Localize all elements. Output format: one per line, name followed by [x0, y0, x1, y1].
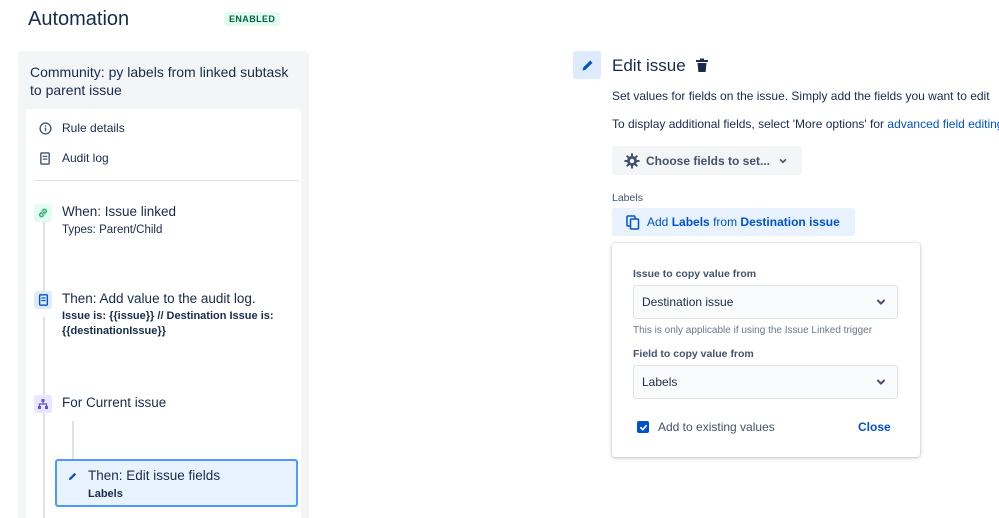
advanced-field-editing-link[interactable]: advanced field editing — [887, 117, 999, 131]
field-select[interactable]: Labels — [633, 365, 898, 399]
rule-card: Rule details Audit log When: Issue linke… — [26, 109, 301, 518]
pencil-icon — [63, 467, 81, 485]
more-options-hint: To display additional fields, select 'Mo… — [612, 117, 999, 131]
step-title: When: Issue linked — [62, 204, 177, 219]
add-to-existing-checkbox[interactable]: Add to existing values — [637, 420, 775, 434]
copy-icon — [626, 214, 640, 230]
add-to-existing-label: Add to existing values — [658, 420, 775, 434]
add-labels-field: Labels — [671, 215, 710, 229]
branch-icon — [34, 395, 52, 413]
chevron-down-icon — [778, 156, 788, 166]
menu-divider — [34, 180, 299, 181]
step-subtitle: Issue is: {{issue}} // Destination Issue… — [62, 310, 274, 337]
step-subtitle: Labels — [88, 488, 123, 500]
choose-fields-button[interactable]: Choose fields to set... — [612, 146, 802, 175]
info-icon — [38, 121, 52, 135]
copy-value-popup: Issue to copy value from Destination iss… — [612, 243, 920, 457]
chevron-down-icon — [875, 376, 887, 388]
rule-details-label: Rule details — [62, 121, 125, 135]
add-labels-source: Destination issue — [740, 215, 840, 229]
issue-select-label: Issue to copy value from — [633, 268, 757, 280]
editor-description: Set values for fields on the issue. Simp… — [612, 89, 990, 103]
gear-icon — [624, 153, 640, 169]
step-title: Then: Edit issue fields — [88, 468, 221, 483]
document-icon — [38, 151, 52, 165]
step-subtitle: Types: Parent/Child — [62, 224, 163, 236]
rule-name: Community: py labels from linked subtask… — [30, 64, 289, 98]
timeline-connector — [43, 317, 45, 397]
trash-icon[interactable] — [694, 57, 710, 73]
pencil-icon — [573, 51, 601, 79]
status-badge: ENABLED — [224, 12, 281, 26]
audit-log-link[interactable]: Audit log — [38, 151, 109, 165]
editor-title: Edit issue — [612, 56, 686, 75]
issue-select-helper: This is only applicable if using the Iss… — [633, 325, 873, 336]
link-icon — [34, 204, 52, 222]
checkbox-checked-icon[interactable] — [637, 421, 649, 433]
add-labels-middle: from — [713, 215, 738, 229]
step-title: Then: Add value to the audit log. — [62, 291, 256, 306]
add-labels-prefix: Add — [647, 215, 669, 229]
issue-select[interactable]: Destination issue — [633, 285, 898, 319]
rule-details-link[interactable]: Rule details — [38, 121, 125, 135]
field-select-value: Labels — [642, 375, 678, 389]
page-title: Automation — [28, 8, 130, 30]
edit-issue-step[interactable]: Then: Edit issue fields Labels — [55, 459, 298, 507]
rule-sidebar: Community: py labels from linked subtask… — [18, 51, 309, 518]
more-options-text: To display additional fields, select 'Mo… — [612, 117, 888, 131]
close-button[interactable]: Close — [858, 420, 891, 434]
timeline-connector — [43, 221, 45, 301]
add-labels-button[interactable]: Add Labels from Destination issue — [612, 208, 855, 236]
choose-fields-label: Choose fields to set... — [646, 153, 771, 168]
step-title: For Current issue — [62, 395, 167, 410]
chevron-down-icon — [875, 296, 887, 308]
field-select-label: Field to copy value from — [633, 348, 754, 360]
timeline-connector — [43, 413, 45, 518]
issue-select-value: Destination issue — [642, 295, 734, 309]
document-icon — [34, 291, 52, 309]
audit-log-label: Audit log — [62, 151, 109, 165]
labels-field-label: Labels — [612, 192, 643, 204]
